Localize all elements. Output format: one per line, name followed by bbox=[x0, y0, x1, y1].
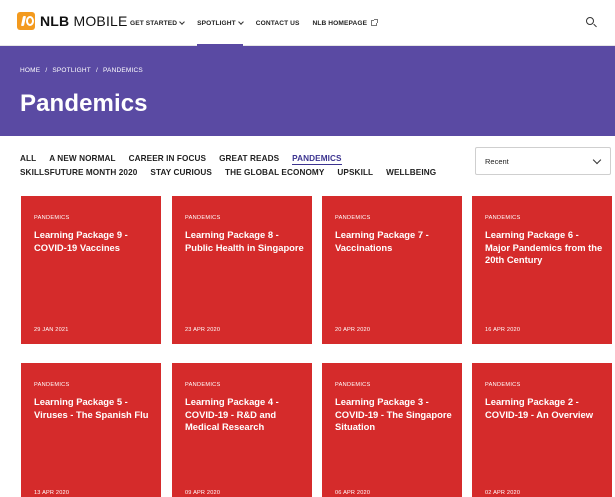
article-card[interactable]: PANDEMICS Learning Package 8 - Public He… bbox=[172, 196, 312, 344]
filter-row: ALL A NEW NORMAL CAREER IN FOCUS GREAT R… bbox=[20, 152, 470, 165]
filter-upskill[interactable]: UPSKILL bbox=[337, 168, 373, 177]
nav-contact-us-label: CONTACT US bbox=[255, 19, 300, 27]
chevron-down-icon bbox=[237, 18, 244, 25]
filter-stay-curious[interactable]: STAY CURIOUS bbox=[150, 168, 212, 177]
nav-nlb-homepage-label: NLB HOMEPAGE bbox=[312, 19, 368, 27]
card-category: PANDEMICS bbox=[485, 215, 521, 221]
nav-spotlight-label: SPOTLIGHT bbox=[197, 19, 236, 27]
card-title: Learning Package 3 - COVID-19 - The Sing… bbox=[335, 396, 452, 432]
card-date: 06 APR 2020 bbox=[335, 490, 371, 496]
category-filters: ALL A NEW NORMAL CAREER IN FOCUS GREAT R… bbox=[20, 152, 470, 179]
article-card[interactable]: PANDEMICS Learning Package 6 - Major Pan… bbox=[472, 196, 612, 344]
nlb-logo-icon bbox=[17, 12, 35, 30]
top-navigation: NLB MOBILE GET STARTED SPOTLIGHT CONTACT… bbox=[0, 0, 615, 46]
card-date: 13 APR 2020 bbox=[34, 490, 70, 496]
card-category: PANDEMICS bbox=[185, 382, 221, 388]
breadcrumb-separator: / bbox=[95, 67, 98, 74]
filter-all[interactable]: ALL bbox=[20, 154, 36, 163]
card-date: 16 APR 2020 bbox=[485, 327, 521, 333]
article-card[interactable]: PANDEMICS Learning Package 5 - Viruses -… bbox=[21, 363, 161, 497]
card-title: Learning Package 9 - COVID-19 Vaccines bbox=[34, 229, 128, 253]
card-date: 20 APR 2020 bbox=[335, 327, 371, 333]
sort-select[interactable]: Recent bbox=[475, 147, 611, 175]
article-card[interactable]: PANDEMICS Learning Package 9 - COVID-19 … bbox=[21, 196, 161, 344]
card-title: Learning Package 2 - COVID-19 - An Overv… bbox=[485, 396, 594, 420]
article-card[interactable]: PANDEMICS Learning Package 2 - COVID-19 … bbox=[472, 363, 612, 497]
card-date: 23 APR 2020 bbox=[185, 327, 221, 333]
card-category: PANDEMICS bbox=[185, 215, 221, 221]
breadcrumb-home[interactable]: HOME bbox=[20, 67, 40, 74]
card-title: Learning Package 4 - COVID-19 - R&D and … bbox=[185, 396, 279, 432]
article-card[interactable]: PANDEMICS Learning Package 3 - COVID-19 … bbox=[322, 363, 462, 497]
card-category: PANDEMICS bbox=[335, 215, 371, 221]
card-category: PANDEMICS bbox=[485, 382, 521, 388]
external-link-icon bbox=[371, 19, 379, 26]
nav-get-started[interactable]: GET STARTED bbox=[130, 0, 185, 46]
filter-the-global-economy[interactable]: THE GLOBAL ECONOMY bbox=[225, 168, 324, 177]
breadcrumb-separator: / bbox=[45, 67, 48, 74]
card-category: PANDEMICS bbox=[335, 382, 371, 388]
filter-career-in-focus[interactable]: CAREER IN FOCUS bbox=[129, 154, 206, 163]
page-title: Pandemics bbox=[20, 90, 148, 117]
search-icon[interactable] bbox=[586, 17, 598, 29]
card-category: PANDEMICS bbox=[34, 215, 70, 221]
filter-wellbeing[interactable]: WELLBEING bbox=[386, 168, 436, 177]
card-date: 29 JAN 2021 bbox=[34, 327, 69, 333]
breadcrumb-spotlight[interactable]: SPOTLIGHT bbox=[52, 67, 91, 74]
card-date: 02 APR 2020 bbox=[485, 490, 521, 496]
breadcrumb: HOME / SPOTLIGHT / PANDEMICS bbox=[20, 67, 143, 74]
nav-spotlight[interactable]: SPOTLIGHT bbox=[197, 0, 244, 46]
article-card[interactable]: PANDEMICS Learning Package 4 - COVID-19 … bbox=[172, 363, 312, 497]
chevron-down-icon bbox=[592, 155, 602, 165]
brand-name: NLB MOBILE bbox=[40, 13, 128, 29]
chevron-down-icon bbox=[179, 18, 185, 25]
main-menu: GET STARTED SPOTLIGHT CONTACT US NLB HOM… bbox=[130, 0, 390, 46]
filter-pandemics[interactable]: PANDEMICS bbox=[292, 154, 343, 165]
breadcrumb-current: PANDEMICS bbox=[102, 67, 143, 74]
nav-get-started-label: GET STARTED bbox=[130, 19, 178, 27]
card-title: Learning Package 8 - Public Health in Si… bbox=[185, 229, 304, 253]
card-title: Learning Package 6 - Major Pandemics fro… bbox=[485, 229, 603, 265]
filter-a-new-normal[interactable]: A NEW NORMAL bbox=[49, 154, 115, 163]
card-title: Learning Package 5 - Viruses - The Spani… bbox=[34, 396, 149, 420]
filter-great-reads[interactable]: GREAT READS bbox=[219, 154, 279, 163]
nav-contact-us[interactable]: CONTACT US bbox=[256, 0, 300, 46]
card-title: Learning Package 7 - Vaccinations bbox=[335, 229, 429, 253]
card-category: PANDEMICS bbox=[34, 382, 70, 388]
filter-row: SKILLSFUTURE MONTH 2020 STAY CURIOUS THE… bbox=[20, 166, 470, 179]
page-hero: HOME / SPOTLIGHT / PANDEMICS Pandemics bbox=[0, 46, 615, 136]
nav-nlb-homepage[interactable]: NLB HOMEPAGE bbox=[312, 0, 379, 46]
card-date: 09 APR 2020 bbox=[185, 490, 221, 496]
nlb-mobile-logo[interactable]: NLB MOBILE bbox=[17, 12, 128, 30]
article-card[interactable]: PANDEMICS Learning Package 7 - Vaccinati… bbox=[322, 196, 462, 344]
sort-selected-value: Recent bbox=[485, 157, 509, 166]
filter-skillsfuture-month-2020[interactable]: SKILLSFUTURE MONTH 2020 bbox=[20, 168, 137, 177]
